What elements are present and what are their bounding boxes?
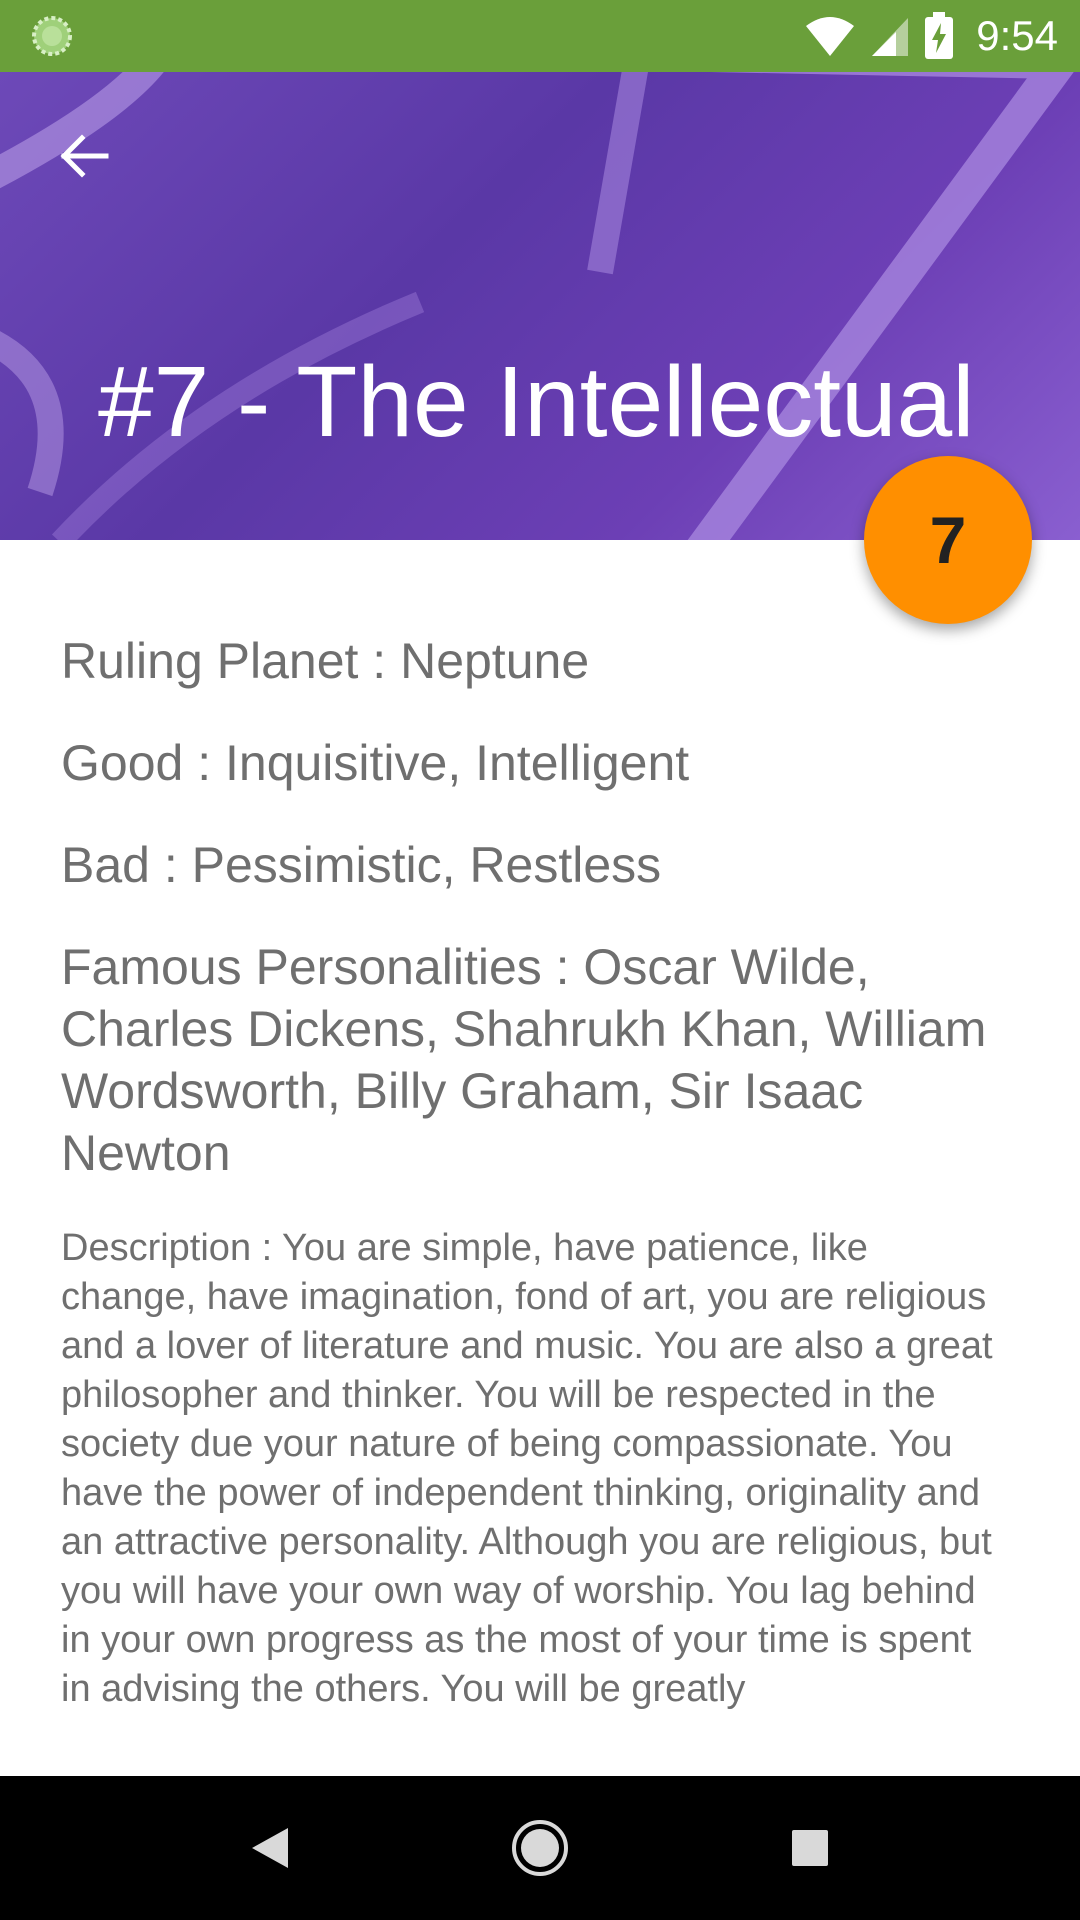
bad-traits-text: Bad : Pessimistic, Restless xyxy=(61,837,662,893)
notification-icon xyxy=(32,16,72,56)
clock: 9:54 xyxy=(976,12,1058,59)
wifi-icon xyxy=(806,17,855,56)
battery-charging-icon xyxy=(925,12,954,59)
navigation-bar xyxy=(0,1776,1080,1920)
recents-nav-icon xyxy=(792,1830,828,1866)
nav-back-button[interactable] xyxy=(234,1812,306,1884)
nav-recents-button[interactable] xyxy=(774,1812,846,1884)
good-traits-text: Good : Inquisitive, Intelligent xyxy=(61,735,690,791)
details-content: Ruling Planet : Neptune Good : Inquisiti… xyxy=(61,630,1001,1752)
famous-personalities-text: Famous Personalities : Oscar Wilde, Char… xyxy=(61,939,987,1181)
nav-home-button[interactable] xyxy=(504,1812,576,1884)
ruling-planet-text: Ruling Planet : Neptune xyxy=(61,633,590,689)
arrow-back-icon xyxy=(60,134,109,178)
back-button[interactable] xyxy=(52,124,116,188)
status-bar: 9:54 xyxy=(0,0,1080,72)
number-badge-button[interactable]: 7 xyxy=(864,456,1032,624)
back-nav-icon xyxy=(252,1828,288,1868)
home-nav-icon xyxy=(512,1820,568,1876)
description-text: Description : You are simple, have patie… xyxy=(61,1227,993,1710)
signal-icon xyxy=(872,18,909,56)
status-icons: 9:54 xyxy=(804,0,1058,72)
page-title: #7 - The Intellectual xyxy=(98,346,975,458)
